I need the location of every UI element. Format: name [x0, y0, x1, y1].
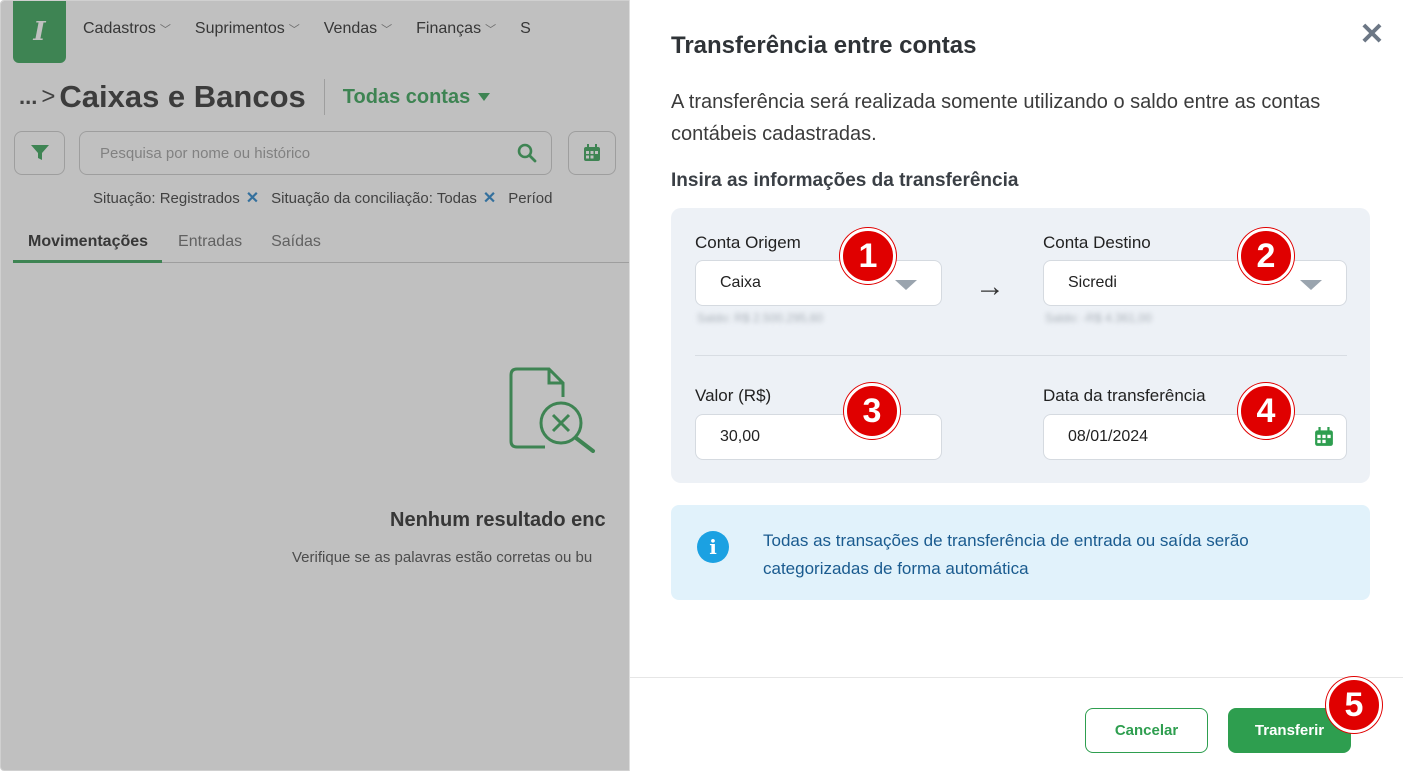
cancel-button[interactable]: Cancelar [1085, 708, 1208, 753]
amount-value: 30,00 [720, 428, 761, 445]
section-title: Insira as informações da transferência [671, 170, 1019, 191]
destination-account-value: Sicredi [1068, 274, 1117, 291]
info-alert: i Todas as transações de transferência d… [671, 505, 1370, 600]
transfer-date-input[interactable]: 08/01/2024 [1043, 414, 1347, 460]
form-divider [695, 355, 1347, 356]
modal-title: Transferência entre contas [671, 32, 977, 59]
origin-account-select[interactable]: Caixa [695, 260, 942, 306]
origin-account-label: Conta Origem [695, 233, 801, 252]
transfer-date-label: Data da transferência [1043, 386, 1206, 405]
step-marker-4: 4 [1238, 383, 1294, 439]
arrow-right-icon: → [975, 270, 1005, 303]
destination-account-select[interactable]: Sicredi [1043, 260, 1347, 306]
step-marker-2: 2 [1238, 228, 1294, 284]
info-icon: i [697, 531, 729, 563]
step-marker-3: 3 [844, 383, 900, 439]
step-marker-1: 1 [840, 228, 896, 284]
dropdown-arrow-icon [1300, 280, 1322, 290]
info-alert-text: Todas as transações de transferência de … [763, 531, 1249, 578]
destination-balance: Saldo: -R$ 4.361,00 [1045, 311, 1152, 325]
destination-account-label: Conta Destino [1043, 233, 1151, 252]
step-marker-5: 5 [1326, 677, 1382, 733]
close-icon[interactable]: ✕ [1359, 20, 1385, 50]
modal-description: A transferência será realizada somente u… [671, 91, 1321, 145]
modal-footer-divider [630, 677, 1403, 678]
calendar-icon[interactable] [1314, 427, 1334, 447]
amount-input[interactable]: 30,00 [695, 414, 942, 460]
amount-label: Valor (R$) [695, 386, 772, 405]
origin-account-value: Caixa [720, 274, 761, 291]
transfer-modal: ✕ Transferência entre contas A transferê… [629, 0, 1403, 771]
transfer-date-value: 08/01/2024 [1068, 428, 1149, 445]
origin-balance: Saldo: R$ 2.500.295,60 [697, 311, 824, 325]
dropdown-arrow-icon [895, 280, 917, 290]
